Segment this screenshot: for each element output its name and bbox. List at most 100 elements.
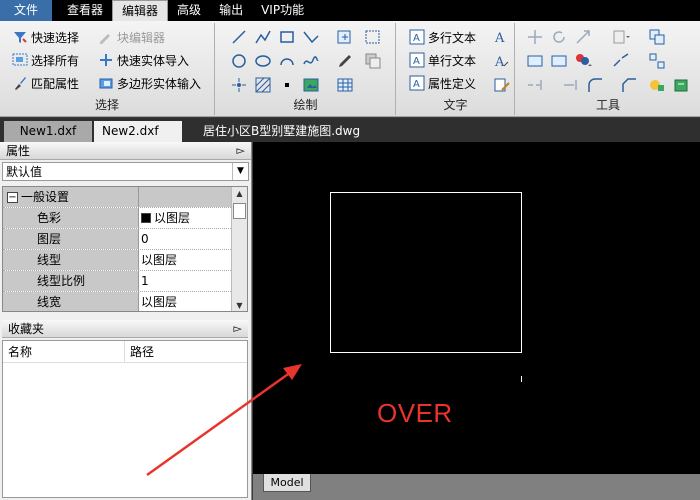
draw-group: 绘制 [216, 23, 396, 115]
stext-label: 单行文本 [428, 53, 477, 68]
prop-row-lineweight[interactable]: 线宽 以图层 [3, 292, 247, 311]
pin-icon[interactable]: ▻ [237, 144, 245, 157]
color-picker-icon[interactable] [574, 52, 592, 70]
block-editor-label: 块编辑器 [117, 30, 166, 45]
color-swatch [141, 213, 151, 223]
pen-icon[interactable] [336, 52, 354, 70]
prop-value: 以图层 [139, 250, 233, 270]
document-tabs: New1.dxf New2.dxf ✕ 居住小区B型别墅建施图.dwg [0, 118, 700, 159]
scroll-thumb[interactable] [233, 203, 246, 219]
rotate-icon[interactable] [550, 28, 568, 46]
move-icon[interactable] [526, 28, 544, 46]
match-props-button[interactable]: 匹配属性 [12, 73, 79, 93]
prop-row-layer[interactable]: 图层 0 [3, 229, 247, 250]
polyline-icon[interactable] [254, 28, 272, 46]
drawn-rectangle[interactable] [330, 192, 522, 353]
menu-file[interactable]: 文件 [0, 0, 53, 21]
image-icon[interactable] [302, 76, 320, 94]
pin-icon[interactable]: ▻ [234, 322, 242, 335]
mirror-icon[interactable] [526, 52, 544, 70]
mtext-icon: A [409, 29, 425, 45]
attdef-icon: A [409, 75, 425, 91]
prop-row-linetype[interactable]: 线型 以图层 [3, 250, 247, 271]
attdef-button[interactable]: A 属性定义 [409, 73, 476, 93]
menu-viewer[interactable]: 查看器 [58, 0, 112, 21]
properties-header: 属性 ▻ [0, 142, 251, 160]
menu-vip[interactable]: VIP功能 [252, 0, 313, 21]
properties-dropdown-icon[interactable] [612, 28, 630, 46]
circle-icon[interactable] [230, 52, 248, 70]
quick-entity-import-button[interactable]: 快速实体导入 [98, 50, 189, 70]
prop-name: 色彩 [3, 208, 139, 228]
spline-icon[interactable] [302, 52, 320, 70]
hatch-icon[interactable] [254, 76, 272, 94]
property-scrollbar[interactable]: ▲ ▼ [231, 187, 247, 311]
quick-select-button[interactable]: 快速选择 [12, 27, 79, 47]
layout-tab-bar: Model [253, 474, 700, 500]
scroll-down-icon[interactable]: ▼ [232, 299, 247, 311]
favorites-title: 收藏夹 [8, 322, 45, 336]
insert-block-icon[interactable] [336, 28, 354, 46]
multiline-icon[interactable] [302, 28, 320, 46]
prop-row-color[interactable]: 色彩 以图层 [3, 208, 247, 229]
menu-editor[interactable]: 编辑器 [112, 0, 169, 21]
properties-dropdown[interactable]: 默认值 ▼ [2, 162, 249, 181]
rectangle-icon[interactable] [278, 28, 296, 46]
menu-advanced[interactable]: 高级 [168, 0, 210, 21]
favorites-header: 收藏夹 ▻ [2, 320, 248, 338]
category-general[interactable]: − 一般设置 [3, 187, 247, 208]
tab-model[interactable]: Model [263, 474, 311, 492]
polygon-entity-input-button[interactable]: 多边形实体输入 [98, 73, 201, 93]
group-icon[interactable] [648, 28, 666, 46]
arc-icon[interactable] [278, 52, 296, 70]
stext-button[interactable]: A 单行文本 [409, 50, 476, 70]
chamfer-icon[interactable] [620, 76, 638, 94]
copy-icon[interactable] [550, 52, 568, 70]
funnel-icon [14, 32, 27, 43]
tab-residential-villa[interactable]: 居住小区B型别墅建施图.dwg [195, 121, 368, 142]
scroll-up-icon[interactable]: ▲ [232, 187, 247, 201]
drawing-canvas[interactable] [253, 142, 700, 474]
tools-group-title: 工具 [595, 98, 620, 112]
prop-name: 图层 [3, 229, 139, 249]
collapse-icon[interactable]: − [7, 191, 18, 203]
tab-new1[interactable]: New1.dxf [4, 121, 92, 142]
text-edit-icon[interactable] [493, 76, 511, 94]
column-name[interactable]: 名称 [3, 341, 125, 362]
mtext-button[interactable]: A 多行文本 [409, 27, 476, 47]
ellipse-icon[interactable] [254, 52, 272, 70]
tab-new2[interactable]: New2.dxf ✕ [94, 121, 182, 159]
text-style-icon[interactable]: A [493, 28, 511, 46]
block-editor-button[interactable]: 块编辑器 [98, 27, 165, 47]
purge-icon[interactable] [672, 76, 690, 94]
chevron-down-icon[interactable]: ▼ [232, 163, 248, 180]
table-icon[interactable] [336, 76, 354, 94]
plus-icon [100, 54, 112, 66]
select-all-icon [12, 53, 28, 66]
prop-row-linetype-scale[interactable]: 线型比例 1 [3, 271, 247, 292]
copy-block-icon[interactable] [364, 52, 382, 70]
attdef-label: 属性定义 [428, 76, 477, 91]
extend-icon[interactable] [526, 76, 544, 94]
svg-text:A: A [413, 79, 420, 90]
favorites-list[interactable]: 名称 路径 [2, 340, 248, 498]
text-align-icon[interactable]: A [493, 52, 511, 70]
select-all-label: 选择所有 [31, 53, 80, 68]
point-icon[interactable] [230, 76, 248, 94]
line-icon[interactable] [230, 28, 248, 46]
trim-icon[interactable] [562, 76, 580, 94]
fillet-icon[interactable] [586, 76, 604, 94]
break-icon[interactable] [612, 52, 630, 70]
select-all-button[interactable]: 选择所有 [12, 50, 79, 70]
select-group: 快速选择 选择所有 匹配属性 块编辑器 快速实体导入 多边形实体输入 选择 [0, 23, 215, 115]
scale-icon[interactable] [574, 28, 592, 46]
explode-icon[interactable] [648, 52, 666, 70]
menu-bar: 文件 查看器 编辑器 高级 输出 VIP功能 [0, 0, 700, 21]
left-panel: 属性 ▻ 默认值 ▼ − 一般设置 色彩 以图层 图层 0 线型 以图层 线型比… [0, 142, 252, 500]
dashed-rect-icon[interactable] [364, 28, 382, 46]
dot-icon[interactable] [278, 76, 296, 94]
layer-icon[interactable] [648, 76, 666, 94]
menu-output[interactable]: 输出 [210, 0, 252, 21]
ribbon: 快速选择 选择所有 匹配属性 块编辑器 快速实体导入 多边形实体输入 选择 绘制… [0, 21, 700, 117]
column-path[interactable]: 路径 [125, 341, 247, 362]
